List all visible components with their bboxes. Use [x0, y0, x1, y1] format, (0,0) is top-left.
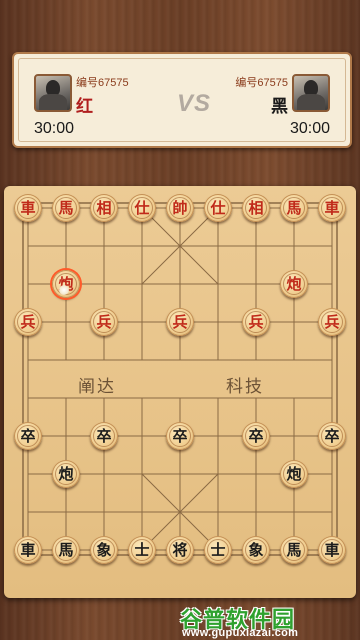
black-piece[interactable]: 象: [242, 536, 270, 564]
piece-label: 象: [248, 540, 264, 559]
red-piece[interactable]: 相: [90, 194, 118, 222]
red-piece[interactable]: 車: [14, 194, 42, 222]
piece-label: 馬: [286, 198, 302, 217]
move-hint-marker[interactable]: [59, 285, 69, 295]
black-piece[interactable]: 卒: [90, 422, 118, 450]
red-piece[interactable]: 兵: [90, 308, 118, 336]
piece-label: 炮: [286, 274, 302, 293]
avatar-body: [39, 94, 67, 110]
black-player-avatar[interactable]: [292, 74, 330, 112]
red-piece[interactable]: 兵: [14, 308, 42, 336]
black-piece[interactable]: 士: [204, 536, 232, 564]
red-piece[interactable]: 兵: [166, 308, 194, 336]
piece-label: 車: [324, 198, 340, 217]
vs-label: VS: [176, 90, 211, 117]
piece-label: 将: [172, 540, 188, 559]
piece-label: 車: [20, 540, 36, 559]
red-player-id: 编号67575: [76, 77, 129, 89]
players-panel: 编号67575 红 VS 编号67575 黑 30:00 30:00: [12, 52, 352, 148]
piece-label: 仕: [210, 198, 226, 217]
piece-label: 馬: [286, 540, 302, 559]
watermark-logo: 谷普软件园 www.gupuxiazai.com: [176, 602, 360, 640]
piece-label: 仕: [134, 198, 150, 217]
piece-label: 馬: [58, 540, 74, 559]
black-player-timer: 30:00: [289, 120, 330, 137]
black-player-id: 编号67575: [235, 77, 288, 89]
river-label-left: 阐达: [78, 377, 116, 397]
black-piece[interactable]: 象: [90, 536, 118, 564]
black-piece[interactable]: 馬: [280, 536, 308, 564]
red-piece[interactable]: 仕: [204, 194, 232, 222]
piece-label: 兵: [172, 312, 188, 331]
red-player-avatar[interactable]: [34, 74, 72, 112]
red-piece[interactable]: 兵: [242, 308, 270, 336]
black-piece[interactable]: 卒: [318, 422, 346, 450]
piece-label: 車: [20, 198, 36, 217]
black-piece[interactable]: 馬: [52, 536, 80, 564]
black-piece[interactable]: 車: [318, 536, 346, 564]
red-player-name: 红: [76, 97, 93, 117]
piece-label: 兵: [324, 312, 340, 331]
red-piece[interactable]: 炮: [280, 270, 308, 298]
red-piece[interactable]: 仕: [128, 194, 156, 222]
black-piece[interactable]: 将: [166, 536, 194, 564]
black-piece[interactable]: 車: [14, 536, 42, 564]
piece-label: 卒: [96, 426, 112, 445]
piece-label: 相: [248, 198, 264, 217]
piece-label: 兵: [20, 312, 36, 331]
black-piece[interactable]: 炮: [52, 460, 80, 488]
red-player-timer: 30:00: [34, 120, 75, 137]
piece-label: 相: [96, 198, 112, 217]
black-piece[interactable]: 卒: [166, 422, 194, 450]
red-piece[interactable]: 兵: [318, 308, 346, 336]
black-player-name: 黑: [271, 97, 288, 117]
piece-label: 兵: [248, 312, 264, 331]
piece-label: 炮: [286, 464, 302, 483]
piece-label: 卒: [324, 426, 340, 445]
red-piece[interactable]: 帥: [166, 194, 194, 222]
piece-label: 士: [210, 540, 226, 559]
black-piece[interactable]: 士: [128, 536, 156, 564]
piece-label: 士: [134, 540, 150, 559]
piece-label: 卒: [172, 426, 188, 445]
piece-label: 炮: [58, 464, 74, 483]
piece-label: 兵: [96, 312, 112, 331]
river-label-right: 科技: [226, 377, 264, 397]
red-piece[interactable]: 馬: [52, 194, 80, 222]
avatar-body: [297, 94, 325, 110]
red-piece[interactable]: 相: [242, 194, 270, 222]
red-piece[interactable]: 車: [318, 194, 346, 222]
red-piece[interactable]: 馬: [280, 194, 308, 222]
black-piece[interactable]: 卒: [242, 422, 270, 450]
black-piece[interactable]: 炮: [280, 460, 308, 488]
watermark-url: www.gupuxiazai.com: [182, 627, 299, 639]
piece-label: 馬: [58, 198, 74, 217]
piece-label: 象: [96, 540, 112, 559]
piece-label: 帥: [172, 198, 188, 217]
piece-label: 車: [324, 540, 340, 559]
black-piece[interactable]: 卒: [14, 422, 42, 450]
piece-label: 卒: [248, 426, 264, 445]
piece-label: 卒: [20, 426, 36, 445]
